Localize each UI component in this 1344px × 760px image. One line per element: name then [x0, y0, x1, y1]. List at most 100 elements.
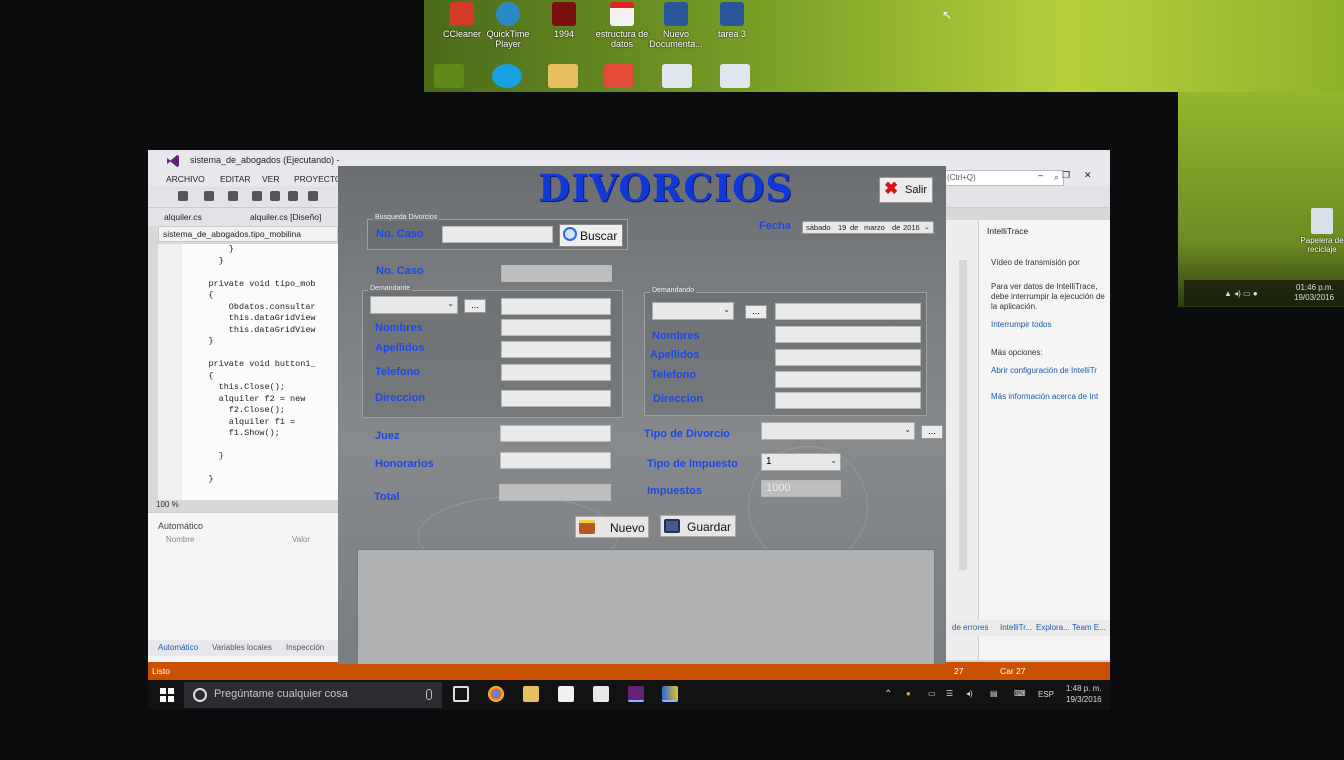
records-data-grid[interactable]	[357, 549, 935, 664]
video-stream-dropdown[interactable]: Vídeo de transmisión por	[991, 258, 1111, 268]
save-icon[interactable]	[252, 191, 262, 201]
microphone-icon[interactable]	[426, 689, 432, 700]
tab-alquiler-designer[interactable]: alquiler.cs [Diseño]	[250, 212, 321, 222]
keyboard-icon[interactable]: ⌨	[1014, 689, 1026, 698]
plaintiff-address-field[interactable]	[501, 390, 611, 407]
menu-editar[interactable]: EDITAR	[220, 174, 251, 184]
action-center-icon[interactable]: ▤	[990, 689, 998, 698]
exit-button[interactable]: ✖ Salir	[879, 177, 933, 203]
more-info-link[interactable]: Más información acerca de Int	[991, 392, 1111, 402]
search-case-input[interactable]	[442, 226, 553, 243]
save-icon[interactable]	[288, 191, 298, 201]
norton-icon[interactable]: ●	[906, 689, 911, 698]
forward-icon[interactable]	[204, 191, 214, 201]
date-picker[interactable]: sábado 19 de marzo de 2016 ⌄	[802, 221, 934, 234]
zoom-level[interactable]: 100 %	[156, 500, 179, 509]
tab-inspeccion[interactable]: Inspección	[286, 643, 324, 652]
defendant-id-field[interactable]	[775, 303, 921, 320]
editor-gutter	[158, 244, 182, 500]
pdf-icon[interactable]	[604, 64, 634, 88]
defendant-phone-field[interactable]	[775, 371, 921, 388]
desktop-icon-tarea3[interactable]: tarea 3	[700, 2, 764, 39]
back-icon[interactable]	[178, 191, 188, 201]
menu-ver[interactable]: VER	[262, 174, 279, 184]
divorce-type-more-button[interactable]: ...	[921, 425, 943, 439]
plaintiff-names-field[interactable]	[501, 319, 611, 336]
media-player-icon[interactable]	[558, 686, 574, 702]
defendant-caption: Demandando	[650, 287, 697, 294]
new-icon[interactable]	[228, 191, 238, 201]
intellitrace-title: IntelliTrace	[987, 226, 1029, 236]
code-navigation-bar[interactable]: sistema_de_abogados.tipo_mobilina	[158, 226, 338, 242]
running-app-icon[interactable]	[662, 686, 678, 702]
folder-icon[interactable]	[548, 64, 578, 88]
recycle-bin[interactable]: Papelera de reciclaje	[1300, 208, 1344, 254]
cortana-search-box[interactable]: Pregúntame cualquier cosa	[184, 682, 442, 708]
tab-variables-locales[interactable]: Variables locales	[212, 643, 272, 652]
defendant-more-button[interactable]: ...	[745, 305, 767, 319]
minimize-icon[interactable]: –	[1038, 170, 1043, 180]
windows-start-button[interactable]	[160, 688, 174, 702]
new-button[interactable]: Nuevo	[575, 516, 649, 538]
word-icon[interactable]	[662, 64, 692, 88]
tray-icons: ▲ ◂) ▭ ●	[1224, 289, 1258, 298]
menu-proyecto[interactable]: PROYECTO	[294, 174, 342, 184]
store-icon[interactable]	[593, 686, 609, 702]
defendant-lastnames-field[interactable]	[775, 349, 921, 366]
task-view-icon[interactable]	[453, 686, 469, 702]
tab-team-explorer[interactable]: Team E...	[1072, 623, 1106, 632]
magnifier-icon	[563, 227, 577, 241]
search-button[interactable]: Buscar	[559, 224, 623, 247]
restore-icon[interactable]: ❐	[1062, 170, 1070, 181]
plaintiff-phone-field[interactable]	[501, 364, 611, 381]
plaintiff-lastnames-label: Apellidos	[375, 342, 425, 354]
open-settings-link[interactable]: Abrir configuración de IntelliTr	[991, 366, 1111, 376]
desktop-icon[interactable]	[434, 64, 464, 88]
save-button[interactable]: Guardar	[660, 515, 736, 537]
volume-icon[interactable]: ◂)	[966, 689, 973, 698]
taxes-label: Impuestos	[647, 485, 703, 497]
tab-error-list[interactable]: de errores	[952, 623, 988, 632]
judge-field[interactable]	[500, 425, 611, 442]
vertical-scrollbar[interactable]	[959, 260, 967, 570]
clock-time[interactable]: 1:48 p. m.	[1066, 684, 1102, 693]
undo-icon[interactable]	[308, 191, 318, 201]
plaintiff-lastnames-field[interactable]	[501, 341, 611, 358]
break-all-link[interactable]: Interrumpir todos	[991, 320, 1111, 330]
network-icon[interactable]: ☰	[946, 689, 953, 698]
word-icon[interactable]	[720, 64, 750, 88]
tab-explorer[interactable]: Explora...	[1036, 623, 1070, 632]
chrome-icon[interactable]	[488, 686, 504, 702]
right-panel-tabs: de errores IntelliTr... Explora... Team …	[948, 620, 1110, 636]
battery-icon[interactable]: ▭	[928, 689, 936, 698]
menu-archivo[interactable]: ARCHIVO	[166, 174, 205, 184]
tray-time: 01:46 p.m.	[1296, 283, 1334, 292]
tab-automatico[interactable]: Automático	[158, 643, 198, 652]
code-editor[interactable]: } } private void tipo_mob { Obdatos.cons…	[158, 244, 338, 500]
defendant-names-field[interactable]	[775, 326, 921, 343]
file-explorer-icon[interactable]	[523, 686, 539, 702]
desktop-icon-nuevo-documento[interactable]: Nuevo Documenta...	[644, 2, 708, 49]
clock-date[interactable]: 19/3/2016	[1066, 695, 1102, 704]
status-ready: Listo	[152, 666, 170, 676]
show-hidden-icons[interactable]: ⌃	[884, 689, 892, 700]
plaintiff-id-field[interactable]	[501, 298, 611, 315]
save-all-icon[interactable]	[270, 191, 280, 201]
divorce-type-select[interactable]: ⌄	[761, 422, 915, 440]
close-icon[interactable]: ✕	[1084, 170, 1092, 181]
chevron-down-icon: ⌄	[904, 425, 911, 434]
tab-intellitrace[interactable]: IntelliTr...	[1000, 623, 1032, 632]
desktop-icon-1994[interactable]: 1994	[532, 2, 596, 39]
language-indicator[interactable]: ESP	[1038, 690, 1054, 699]
divorce-type-label: Tipo de Divorcio	[644, 428, 730, 440]
plaintiff-more-button[interactable]: ...	[464, 299, 486, 313]
skype-icon[interactable]	[492, 64, 522, 88]
tax-type-select[interactable]: 1 ⌄	[761, 453, 841, 471]
fees-field[interactable]	[500, 452, 611, 469]
tab-alquiler-cs[interactable]: alquiler.cs	[164, 212, 202, 222]
defendant-select[interactable]: ⌄	[652, 302, 734, 320]
plaintiff-select[interactable]: ⌄	[370, 296, 458, 314]
desktop-icon-quicktime[interactable]: QuickTime Player	[476, 2, 540, 49]
defendant-address-field[interactable]	[775, 392, 921, 409]
visual-studio-taskbar-icon[interactable]	[628, 686, 644, 702]
